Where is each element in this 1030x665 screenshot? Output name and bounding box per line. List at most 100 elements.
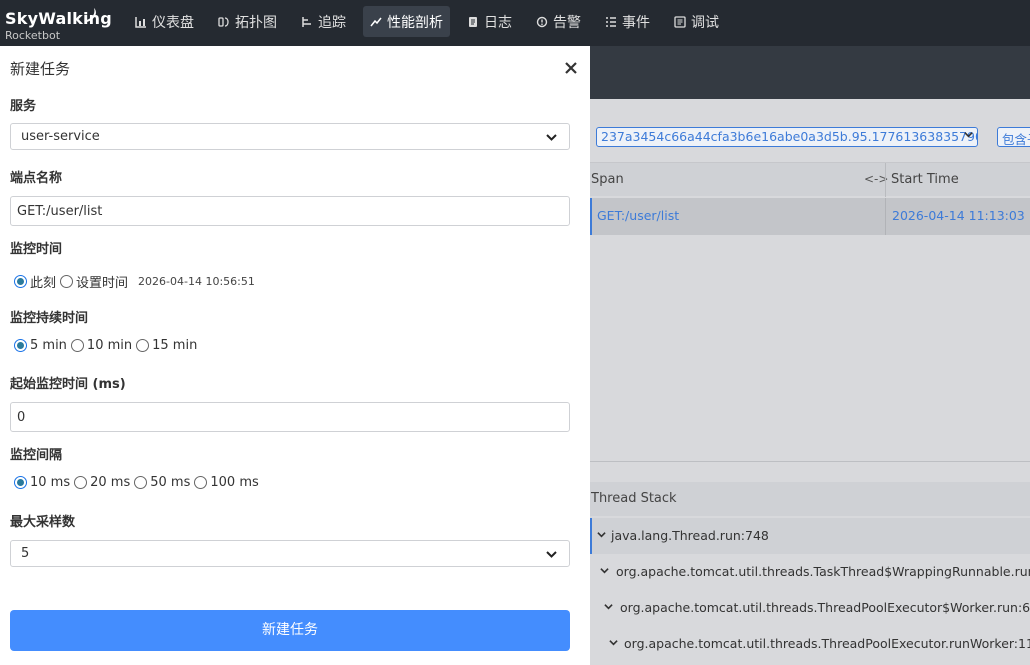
nav-label: 日志	[484, 14, 512, 31]
radio-now-label[interactable]: 此刻	[30, 272, 56, 291]
radio-50ms-label[interactable]: 50 ms	[150, 475, 190, 490]
start-time-column-header: Start Time	[891, 172, 959, 187]
top-navbar: SkyWalking Rocketbot 仪表盘 拓扑图 追踪 性能剖析 日志 …	[0, 0, 1030, 46]
stack-frame-label: java.lang.Thread.run:748	[611, 528, 769, 543]
radio-10ms-label[interactable]: 10 ms	[30, 475, 70, 490]
brand-subtitle: Rocketbot	[5, 29, 61, 42]
duration-radio-group: 5 min 10 min 15 min	[14, 338, 201, 353]
debug-icon	[674, 15, 686, 28]
radio-5min[interactable]	[14, 339, 27, 352]
profile-icon	[370, 16, 382, 28]
nav-item-trace[interactable]: 追踪	[294, 6, 353, 37]
stack-frame-row[interactable]: java.lang.Thread.run:748	[590, 518, 1030, 554]
nav-label: 性能剖析	[387, 14, 443, 31]
service-select[interactable]: user-service	[10, 123, 570, 150]
radio-set-time[interactable]	[60, 275, 74, 288]
stack-frame-label: org.apache.tomcat.util.threads.ThreadPoo…	[624, 636, 1030, 651]
trace-id-select[interactable]: 237a3454c66a44cfa3b6e16abe0a3d5b.95.1776…	[596, 127, 978, 147]
main-nav: 仪表盘 拓扑图 追踪 性能剖析 日志 告警 事件 调试	[128, 6, 736, 38]
radio-set-time-label[interactable]: 设置时间	[76, 272, 128, 291]
service-value: user-service	[21, 129, 100, 144]
max-samples-label: 最大采样数	[10, 515, 76, 530]
nav-label: 拓扑图	[235, 14, 277, 31]
thread-stack-title: Thread Stack	[591, 491, 677, 506]
new-task-dialog: 新建任务 服务 user-service 端点名称 GET:/user/list…	[0, 46, 590, 665]
endpoint-value: GET:/user/list	[17, 204, 103, 219]
current-time-note: 2026-04-14 10:56:51	[138, 275, 255, 288]
dialog-title: 新建任务	[10, 60, 71, 78]
create-task-button[interactable]: 新建任务	[10, 610, 570, 651]
stack-frame-label: org.apache.tomcat.util.threads.TaskThrea…	[616, 564, 1030, 579]
radio-15min[interactable]	[136, 339, 150, 352]
nav-item-profile[interactable]: 性能剖析	[363, 6, 450, 37]
interval-radio-group: 10 ms 20 ms 50 ms 100 ms	[14, 475, 263, 490]
radio-100ms[interactable]	[194, 476, 208, 489]
max-samples-select[interactable]: 5	[10, 540, 570, 567]
section-divider	[590, 461, 1030, 462]
column-divider	[885, 163, 886, 197]
chevron-down-icon	[546, 134, 557, 141]
stack-frame-row[interactable]: org.apache.tomcat.util.threads.ThreadPoo…	[590, 590, 1030, 626]
radio-50ms[interactable]	[134, 476, 148, 489]
thread-stack-header: Thread Stack	[590, 482, 1030, 516]
monitor-time-label: 监控时间	[10, 242, 63, 257]
nav-item-log[interactable]: 日志	[460, 6, 519, 37]
chevron-down-icon	[964, 130, 973, 142]
radio-10ms[interactable]	[14, 476, 27, 489]
start-time-label: 起始监控时间 (ms)	[10, 377, 126, 392]
nav-item-debug[interactable]: 调试	[667, 6, 726, 37]
radio-5min-label[interactable]: 5 min	[30, 338, 67, 353]
radio-10min[interactable]	[70, 339, 84, 352]
skywalking-logo[interactable]: SkyWalking Rocketbot	[4, 6, 114, 42]
radio-20ms[interactable]	[74, 476, 88, 489]
stack-frame-row[interactable]: org.apache.tomcat.util.threads.TaskThrea…	[590, 554, 1030, 590]
monitor-time-radio-group: 此刻 设置时间 2026-04-14 10:56:51	[14, 272, 255, 291]
radio-15min-label[interactable]: 15 min	[152, 338, 197, 353]
radio-10min-label[interactable]: 10 min	[87, 338, 132, 353]
endpoint-label: 端点名称	[10, 171, 63, 186]
trace-id-value: 237a3454c66a44cfa3b6e16abe0a3d5b.95.1776…	[601, 129, 978, 144]
radio-100ms-label[interactable]: 100 ms	[210, 475, 258, 490]
alarm-icon	[536, 16, 548, 28]
nav-label: 调试	[691, 14, 719, 31]
topology-icon	[218, 16, 230, 28]
nav-item-alarm[interactable]: 告警	[529, 6, 588, 37]
include-children-label: 包含子	[1002, 132, 1030, 147]
column-divider	[885, 198, 886, 235]
task-list-header	[590, 46, 1030, 99]
dashboard-icon	[135, 16, 147, 28]
close-icon[interactable]	[563, 60, 579, 76]
nav-item-event[interactable]: 事件	[598, 6, 657, 37]
stack-frame-label: org.apache.tomcat.util.threads.ThreadPoo…	[620, 600, 1030, 615]
trace-icon	[301, 16, 313, 28]
nav-item-topology[interactable]: 拓扑图	[211, 6, 284, 37]
start-time-value: 0	[17, 410, 26, 425]
chevron-down-icon[interactable]	[609, 638, 618, 647]
nav-label: 告警	[553, 14, 581, 31]
interval-label: 监控间隔	[10, 448, 63, 463]
radio-now[interactable]	[14, 275, 27, 288]
chevron-down-icon[interactable]	[604, 602, 613, 611]
include-children-select[interactable]: 包含子	[997, 127, 1030, 147]
chevron-down-icon	[546, 551, 557, 558]
nav-item-dashboard[interactable]: 仪表盘	[128, 6, 201, 37]
span-table-header: Span <-> Start Time	[590, 162, 1030, 197]
nav-label: 追踪	[318, 14, 346, 31]
radio-20ms-label[interactable]: 20 ms	[90, 475, 130, 490]
span-name[interactable]: GET:/user/list	[597, 208, 679, 223]
span-row[interactable]: GET:/user/list 2026-04-14 11:13:03	[590, 198, 1030, 235]
max-samples-value: 5	[21, 546, 30, 561]
log-icon	[467, 16, 479, 28]
logo-swoosh-icon	[84, 8, 96, 22]
service-label: 服务	[10, 99, 37, 114]
chevron-down-icon[interactable]	[597, 530, 606, 539]
nav-label: 仪表盘	[152, 14, 194, 31]
nav-label: 事件	[622, 14, 650, 31]
event-icon	[605, 16, 617, 28]
chevron-down-icon[interactable]	[600, 566, 609, 575]
span-start-time: 2026-04-14 11:13:03	[892, 208, 1025, 223]
endpoint-input[interactable]: GET:/user/list	[10, 196, 570, 226]
start-time-input[interactable]: 0	[10, 402, 570, 432]
stack-frame-row[interactable]: org.apache.tomcat.util.threads.ThreadPoo…	[590, 626, 1030, 662]
duration-label: 监控持续时间	[10, 311, 89, 326]
